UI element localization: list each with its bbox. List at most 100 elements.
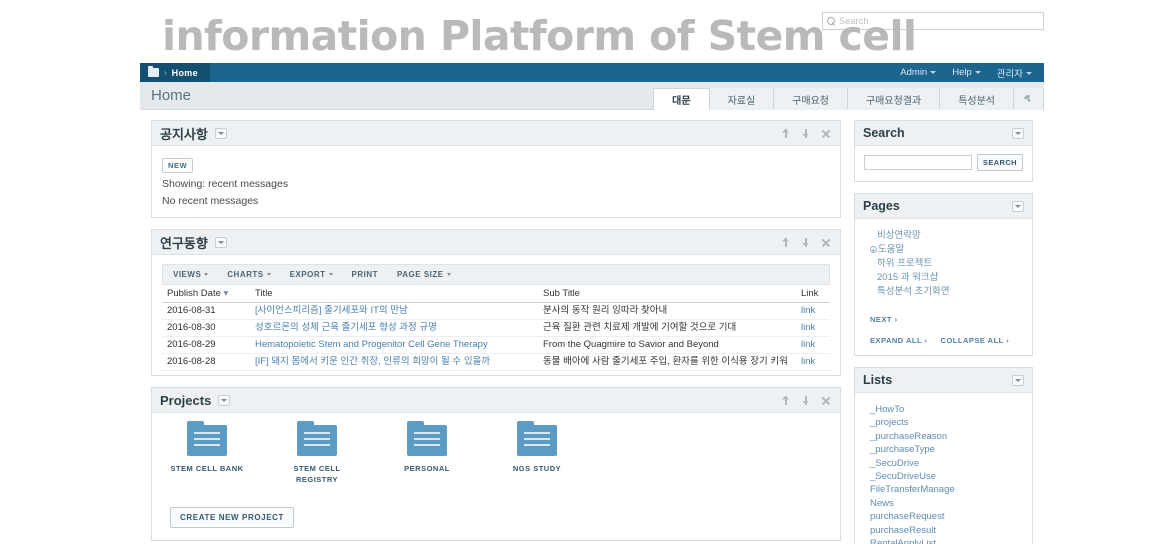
move-up-icon[interactable] — [781, 237, 792, 248]
tab-purchase-result[interactable]: 구매요청결과 — [846, 88, 940, 110]
grid-page-size-menu[interactable]: PAGE SIZE — [397, 270, 451, 279]
list-item[interactable]: 특성분석 초기화면 — [870, 285, 1023, 299]
list-item[interactable]: RentalApplyList — [870, 537, 1023, 544]
list-item[interactable]: _purchaseType — [870, 443, 1023, 456]
row-title-link[interactable]: [사이언스피리즘] 줄기세포와 IT의 만남 — [255, 305, 408, 316]
table-header-row: Publish Date ▾ Title Sub Title Link — [162, 284, 830, 303]
tab-purchase-request[interactable]: 구매요청 — [773, 88, 847, 110]
main-column: 공지사항 NEW Showing: recent messages No rec… — [151, 120, 841, 544]
panel-projects-menu-button[interactable] — [218, 394, 231, 406]
move-up-icon[interactable] — [781, 395, 792, 406]
cell-link: link — [796, 353, 830, 371]
move-down-icon[interactable] — [801, 395, 812, 406]
sidebar-search-row: SEARCH — [864, 154, 1023, 171]
panel-lists-title: Lists — [863, 373, 893, 387]
grid-print-button[interactable]: PRINT — [352, 270, 379, 279]
project-tile-ngs-study[interactable]: NGS STUDY — [500, 421, 574, 485]
col-publish-date[interactable]: Publish Date ▾ — [162, 284, 250, 303]
row-title-link[interactable]: Hematopoietic Stem and Progenitor Cell G… — [255, 339, 488, 350]
row-title-link[interactable]: 성호르몬의 성체 근육 줄기세포 형성 과정 규명 — [255, 322, 437, 333]
table-row[interactable]: 2016-08-29 Hematopoietic Stem and Progen… — [162, 336, 830, 354]
list-item[interactable]: 비상연락망 — [870, 229, 1023, 243]
search-input[interactable] — [864, 155, 972, 170]
tab-pin-button[interactable] — [1013, 88, 1044, 110]
menu-help-label: Help — [952, 67, 972, 78]
expand-all-link[interactable]: EXPAND ALL › — [870, 336, 928, 345]
project-tile-stem-cell-bank[interactable]: STEM CELL BANK — [170, 421, 244, 485]
panel-pages-body: 비상연락망 도움말 하위 프로젝트 2015 과 워크샵 특성분석 초기화면 N… — [855, 219, 1032, 355]
move-up-icon[interactable] — [781, 128, 792, 139]
search-button[interactable]: SEARCH — [976, 154, 1023, 171]
panel-projects-header: Projects — [152, 388, 840, 413]
panel-notice-title: 공지사항 — [160, 126, 208, 142]
panel-research-header: 연구동향 — [152, 230, 840, 255]
folder-icon — [297, 421, 337, 456]
row-link[interactable]: link — [801, 356, 815, 367]
table-row[interactable]: 2016-08-31 [사이언스피리즘] 줄기세포와 IT의 만남 분사의 동작… — [162, 302, 830, 320]
list-item[interactable]: _purchaseReason — [870, 430, 1023, 443]
menu-admin[interactable]: Admin — [900, 67, 937, 78]
row-link[interactable]: link — [801, 305, 815, 316]
panel-pages-menu-button[interactable] — [1012, 200, 1024, 212]
menu-user[interactable]: 관리자 — [997, 66, 1032, 80]
panel-search-controls — [1012, 127, 1024, 139]
move-down-icon[interactable] — [801, 237, 812, 248]
pages-next-row: NEXT › — [864, 299, 1023, 327]
table-header: Publish Date ▾ Title Sub Title Link — [162, 284, 830, 303]
next-link[interactable]: NEXT › — [870, 315, 898, 324]
create-new-project-button[interactable]: CREATE NEW PROJECT — [170, 507, 294, 528]
expand-icon[interactable] — [870, 246, 877, 253]
list-item[interactable]: purchaseResult — [870, 524, 1023, 537]
col-sub-title[interactable]: Sub Title — [538, 284, 796, 303]
project-label: NGS STUDY — [512, 464, 562, 473]
list-item[interactable]: News — [870, 497, 1023, 510]
cell-subtitle: 동물 배아에 사람 줄기세포 주입, 환자를 위한 이식용 장기 키워 — [538, 353, 796, 371]
list-item[interactable]: _SecuDrive — [870, 457, 1023, 470]
list-item[interactable]: _SecuDriveUse — [870, 470, 1023, 483]
panel-notice-menu-button[interactable] — [214, 127, 227, 139]
sidebar-column: Search SEARCH Pages 비상연락망 도움말 하위 프로젝트 20… — [854, 120, 1033, 544]
breadcrumb-separator: › — [164, 68, 167, 77]
table-row[interactable]: 2016-08-28 [IF] 돼지 몸에서 키운 인간 취장, 인류의 희망이… — [162, 353, 830, 371]
panel-research-menu-button[interactable] — [214, 236, 227, 248]
list-item[interactable]: 도움말 — [870, 243, 1023, 257]
list-item[interactable]: 하위 프로젝트 — [870, 257, 1023, 271]
tab-characterization[interactable]: 특성분석 — [939, 88, 1013, 110]
list-item[interactable]: purchaseRequest — [870, 510, 1023, 523]
grid-export-menu[interactable]: EXPORT — [290, 270, 333, 279]
panel-projects: Projects STEM CELL BANK STEM CELL REGIST… — [151, 387, 841, 541]
page-link: 하위 프로젝트 — [877, 258, 933, 269]
row-link[interactable]: link — [801, 339, 815, 350]
project-tile-personal[interactable]: PERSONAL — [390, 421, 464, 485]
list-item[interactable]: 2015 과 워크샵 — [870, 271, 1023, 285]
project-tile-stem-cell-registry[interactable]: STEM CELL REGISTRY — [280, 421, 354, 485]
close-icon[interactable] — [821, 128, 832, 139]
col-title[interactable]: Title — [250, 284, 538, 303]
close-icon[interactable] — [821, 237, 832, 248]
chevron-down-icon — [974, 70, 981, 74]
row-link[interactable]: link — [801, 322, 815, 333]
collapse-all-link[interactable]: COLLAPSE ALL › — [941, 336, 1010, 345]
tab-daemun[interactable]: 대문 — [653, 88, 709, 110]
breadcrumb[interactable]: › Home — [140, 63, 210, 82]
panel-lists-menu-button[interactable] — [1012, 374, 1024, 386]
col-link[interactable]: Link — [796, 284, 830, 303]
close-icon[interactable] — [821, 395, 832, 406]
list-item[interactable]: FileTransferManage — [870, 483, 1023, 496]
chevron-down-icon — [328, 273, 333, 277]
move-down-icon[interactable] — [801, 128, 812, 139]
grid-views-menu[interactable]: VIEWS — [173, 270, 209, 279]
tab-jaryosil[interactable]: 자료실 — [708, 88, 774, 110]
table-row[interactable]: 2016-08-30 성호르몬의 성체 근육 줄기세포 형성 과정 규명 근육 … — [162, 319, 830, 337]
row-title-link[interactable]: [IF] 돼지 몸에서 키운 인간 취장, 인류의 희망이 될 수 있을까 — [255, 356, 490, 367]
chevron-down-icon — [1015, 378, 1021, 382]
cell-title: Hematopoietic Stem and Progenitor Cell G… — [250, 336, 538, 354]
list-item[interactable]: _projects — [870, 416, 1023, 429]
panel-search-menu-button[interactable] — [1012, 127, 1024, 139]
grid-charts-menu[interactable]: CHARTS — [227, 270, 271, 279]
tab-label: 자료실 — [727, 95, 756, 107]
panel-search-title: Search — [863, 126, 905, 140]
menu-help[interactable]: Help — [952, 67, 981, 78]
panel-search-body: SEARCH — [855, 146, 1032, 181]
list-item[interactable]: _HowTo — [870, 403, 1023, 416]
